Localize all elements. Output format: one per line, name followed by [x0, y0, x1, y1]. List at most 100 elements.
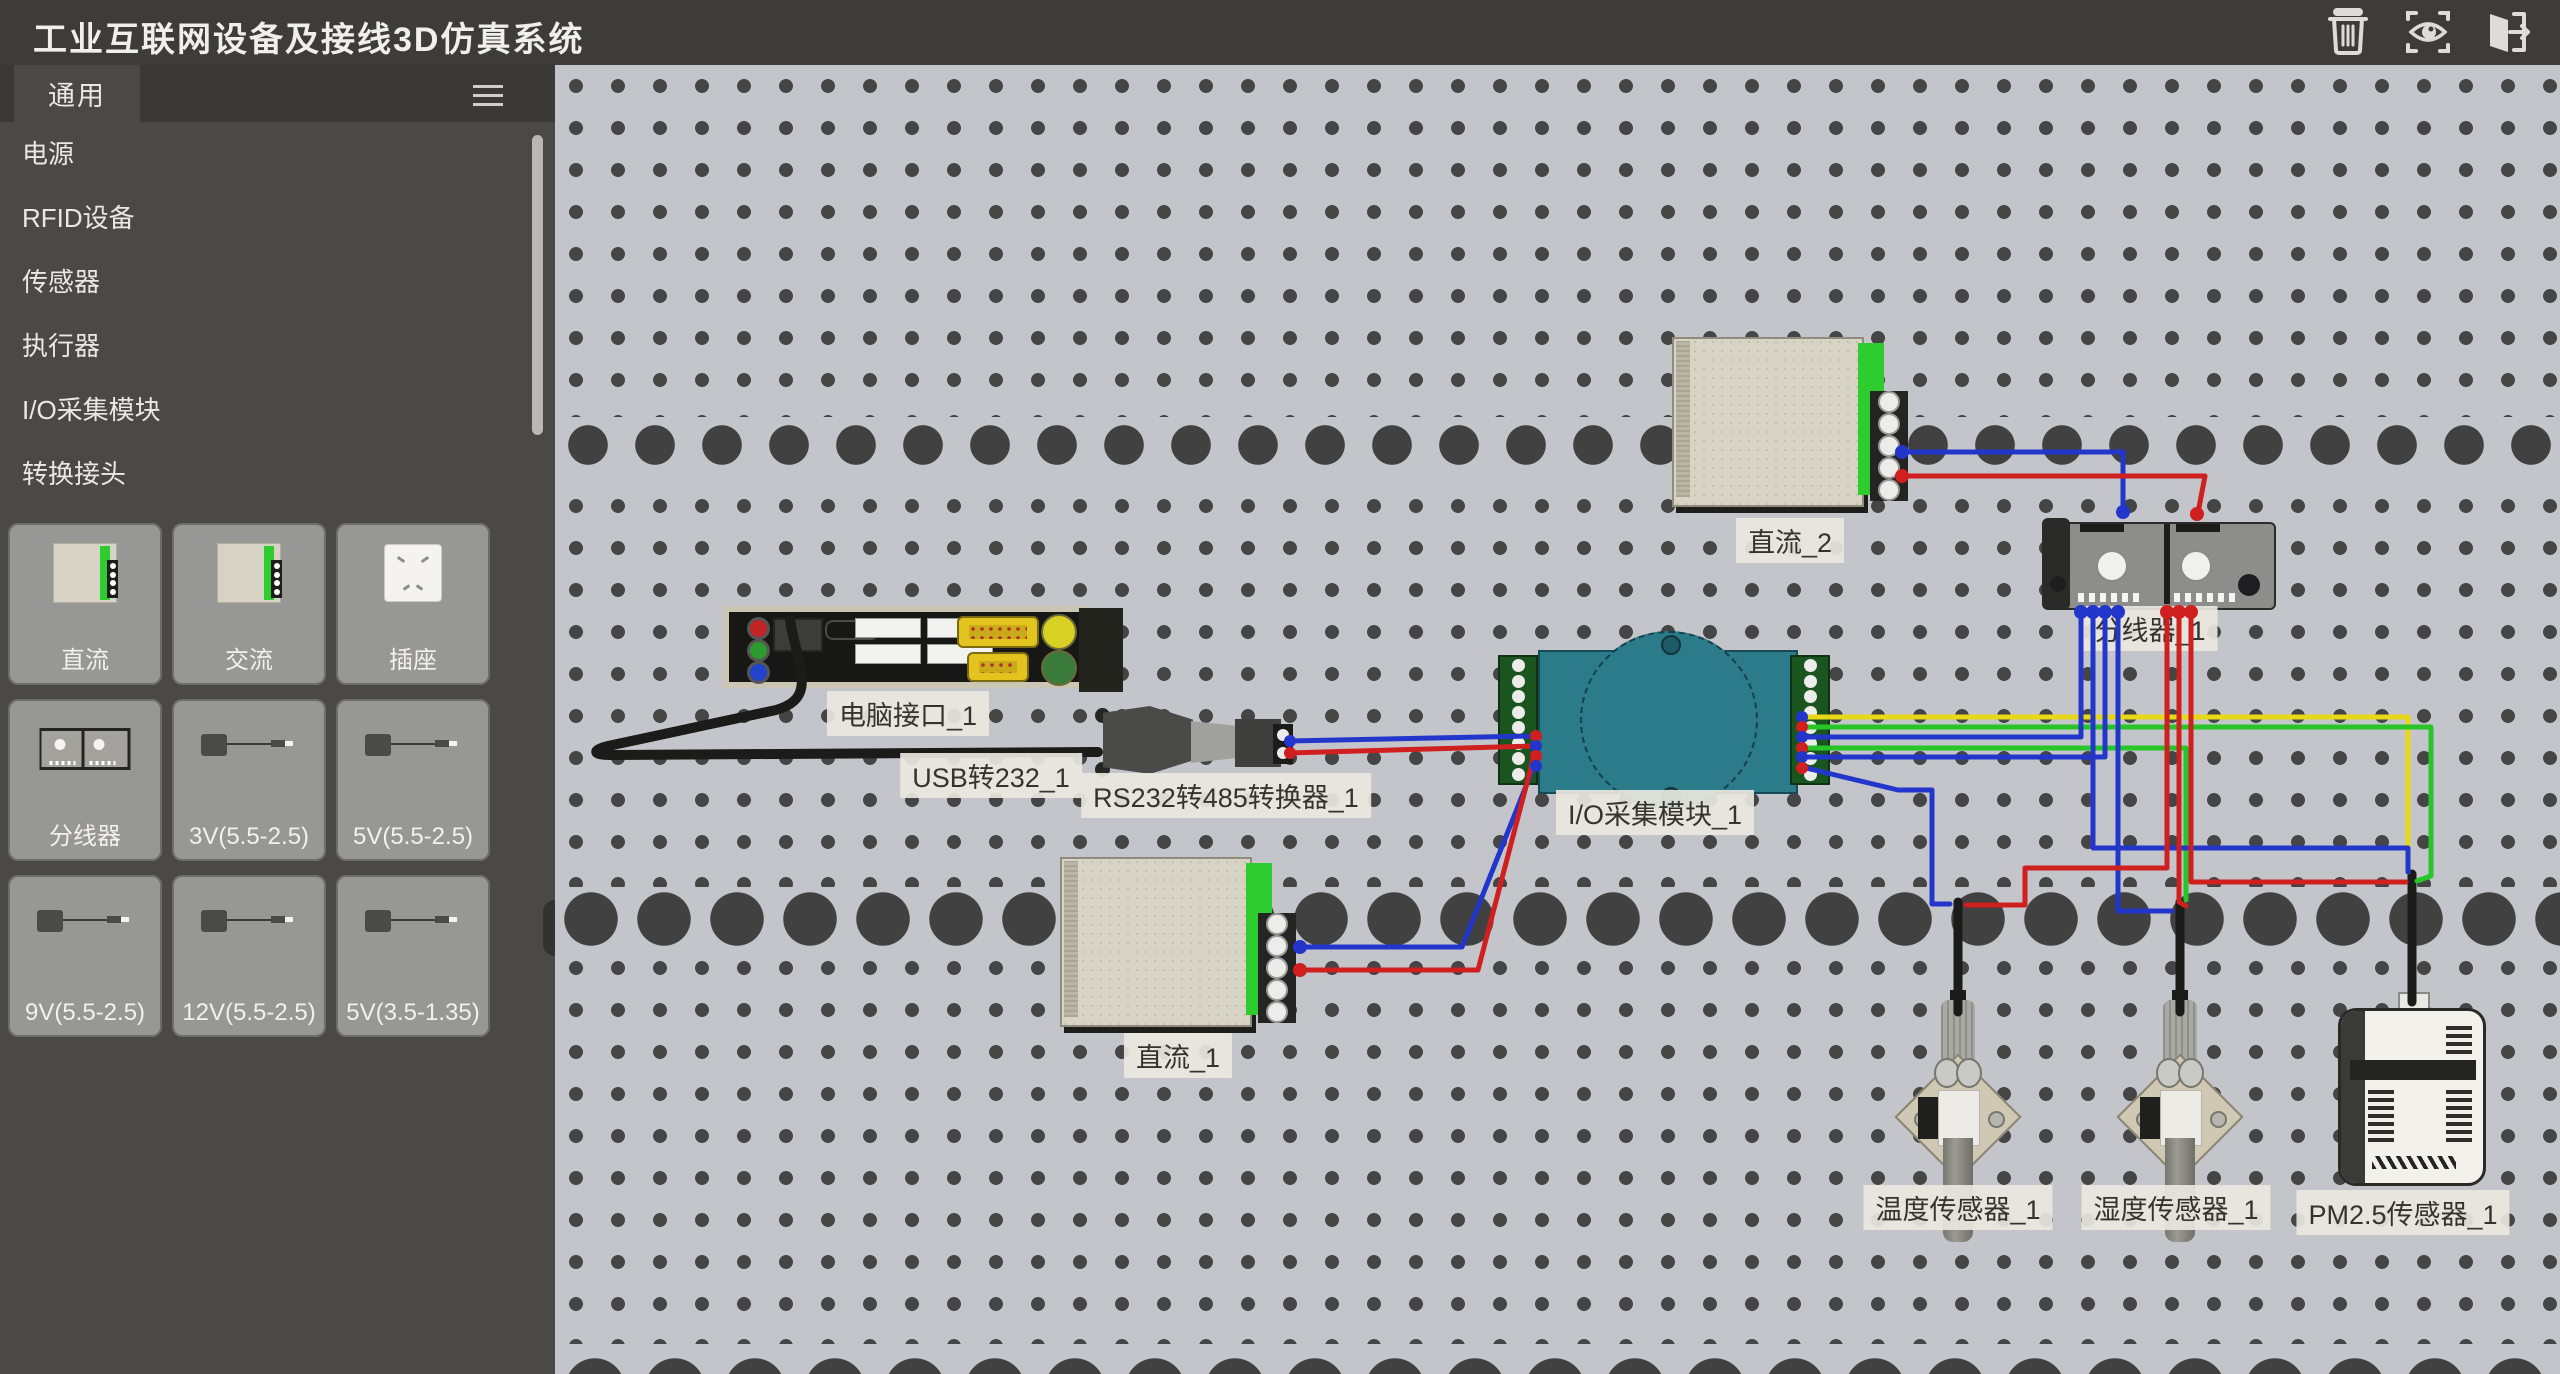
io-terminal-strip-left: [1498, 655, 1538, 785]
label-io-module: I/O采集模块_1: [1556, 790, 1754, 835]
sidebar-item-actuator[interactable]: 执行器: [0, 314, 555, 378]
adapter-thumbnail: [365, 908, 461, 942]
sidebar-item-rfid[interactable]: RFID设备: [0, 186, 555, 250]
audio-jack-red: [747, 617, 770, 640]
palette-item-5v[interactable]: 5V(5.5-2.5): [336, 699, 490, 861]
usb-plug-connected: [773, 618, 823, 652]
pegboard-hole-row: [555, 887, 2560, 951]
splitter-terminal-row: [2078, 593, 2140, 602]
label-dc-1: 直流_1: [1124, 1033, 1232, 1078]
sensor-ring: [2178, 1058, 2204, 1088]
dc-terminal-block: [1870, 391, 1908, 501]
palette-item-dc[interactable]: 直流: [8, 523, 162, 685]
app-window: 工业互联网设备及接线3D仿真系统: [0, 0, 2560, 1374]
splitter-end-cap: [2042, 518, 2070, 610]
sidebar: 通用 电源 RFID设备 传感器 执行器 I/O采集模块 转换接头 直流 交流: [0, 65, 555, 1374]
device-dc-power-2[interactable]: [1672, 333, 1912, 511]
hamburger-menu-icon[interactable]: [473, 85, 503, 107]
dc-heatsink: [1676, 341, 1690, 497]
splitter-terminal-row: [2174, 593, 2236, 602]
mount-hole: [2210, 1111, 2227, 1128]
header-bar: 工业互联网设备及接线3D仿真系统: [0, 0, 2560, 65]
dc-thumbnail: [53, 543, 117, 603]
label-splitter: 分线器_1: [2082, 606, 2217, 651]
serial-port-db9: [957, 616, 1039, 648]
splitter-screw-right: [2180, 550, 2212, 582]
splitter-mark: [2080, 524, 2124, 532]
sidebar-item-adapter[interactable]: 转换接头: [0, 442, 555, 506]
sensor-ring: [1956, 1058, 1982, 1088]
adapter-thumbnail: [201, 732, 297, 766]
exit-icon[interactable]: [2480, 6, 2532, 58]
label-temperature-sensor: 温度传感器_1: [1863, 1185, 2052, 1230]
io-terminal-strip-right: [1790, 655, 1830, 785]
tab-general[interactable]: 通用: [14, 65, 140, 122]
palette-item-12v[interactable]: 12V(5.5-2.5): [172, 875, 326, 1037]
dc-heatsink: [1064, 861, 1078, 1017]
pegboard-hole-row: [555, 417, 2560, 473]
db9-hood: [1103, 706, 1193, 774]
palette-item-3v[interactable]: 3V(5.5-2.5): [172, 699, 326, 861]
dc-body: [1060, 857, 1252, 1027]
ac-thumbnail: [217, 543, 281, 603]
sidebar-scrollbar[interactable]: [532, 135, 543, 435]
label-pm25-sensor: PM2.5传感器_1: [2296, 1190, 2509, 1235]
splitter-mark: [2176, 524, 2220, 532]
label-rs232-485: RS232转485转换器_1: [1081, 773, 1371, 818]
rs485-terminal: [1273, 724, 1293, 764]
dc-body: [1672, 337, 1864, 507]
usb-port: [855, 618, 921, 638]
device-computer-port[interactable]: [723, 606, 1085, 688]
app-title: 工业互联网设备及接线3D仿真系统: [33, 12, 584, 61]
pegboard-hole-row: [555, 1344, 2560, 1374]
palette-item-5v-small[interactable]: 5V(3.5-1.35): [336, 875, 490, 1037]
device-io-module[interactable]: [1498, 645, 1830, 795]
adapter-thumbnail: [365, 732, 461, 766]
eye-icon[interactable]: [2402, 6, 2454, 58]
audio-jack-blue: [747, 661, 770, 684]
sidebar-item-io-module[interactable]: I/O采集模块: [0, 378, 555, 442]
device-palette: 直流 交流 插座 分线器 3V(5.5-2.5) 5V(5.5-2.5): [8, 523, 548, 1037]
sidebar-tabbar: 通用: [0, 65, 555, 122]
dc-terminal-block: [1258, 913, 1296, 1023]
device-dc-power-1[interactable]: [1060, 853, 1300, 1035]
pm25-vent: [2368, 1090, 2394, 1142]
splitter-screw-left: [2096, 550, 2128, 582]
splitter-divider: [2164, 524, 2170, 604]
pm25-side-shadow: [2341, 1011, 2365, 1183]
pm25-band: [2350, 1060, 2476, 1080]
splitter-hole: [2050, 576, 2066, 592]
label-computer-port: 电脑接口_1: [827, 691, 989, 736]
label-usb-232: USB转232_1: [900, 753, 1082, 798]
audio-jack-green: [747, 639, 770, 662]
device-pm25-sensor[interactable]: [2338, 1008, 2488, 1188]
adapter-thumbnail: [37, 908, 133, 942]
panel-side-shadow: [1079, 608, 1123, 692]
label-dc-2: 直流_2: [1736, 518, 1844, 563]
sidebar-menu: 电源 RFID设备 传感器 执行器 I/O采集模块 转换接头: [0, 122, 555, 506]
pm25-vent: [2446, 1026, 2472, 1054]
io-cylinder: [1580, 631, 1758, 809]
mount-hole: [1988, 1111, 2005, 1128]
device-splitter[interactable]: [2046, 518, 2278, 612]
socket-thumbnail: [384, 544, 442, 602]
palette-item-9v[interactable]: 9V(5.5-2.5): [8, 875, 162, 1037]
io-screw-top: [1661, 635, 1681, 655]
pm25-grille: [2372, 1156, 2456, 1169]
sidebar-item-power[interactable]: 电源: [0, 122, 555, 186]
adapter-thumbnail: [201, 908, 297, 942]
palette-item-splitter[interactable]: 分线器: [8, 699, 162, 861]
splitter-hole: [2238, 574, 2260, 596]
ps2-port-green: [1041, 650, 1077, 686]
ps2-port-yellow: [1041, 614, 1077, 650]
pm25-vent: [2446, 1090, 2472, 1142]
trash-icon[interactable]: [2322, 6, 2374, 58]
usb-port: [855, 644, 921, 664]
device-usb-to-232[interactable]: [1095, 706, 1295, 780]
label-humidity-sensor: 湿度传感器_1: [2081, 1185, 2270, 1230]
db9-metal: [1191, 721, 1237, 763]
palette-item-ac[interactable]: 交流: [172, 523, 326, 685]
serial-port-db9: [967, 652, 1029, 682]
sidebar-item-sensor[interactable]: 传感器: [0, 250, 555, 314]
palette-item-socket[interactable]: 插座: [336, 523, 490, 685]
